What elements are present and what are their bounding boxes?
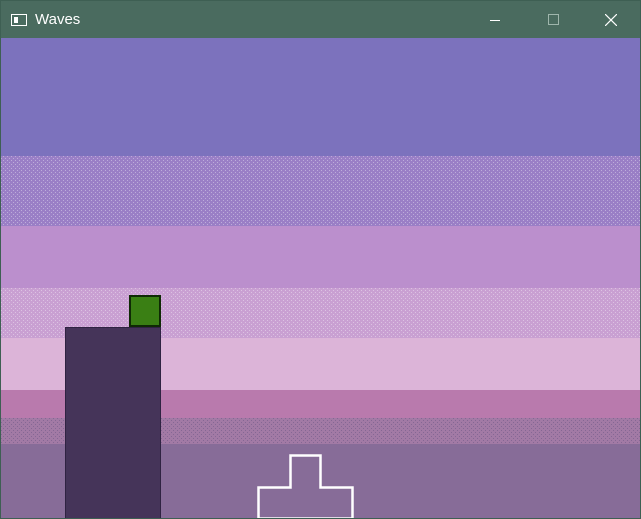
- window-controls: [466, 1, 640, 38]
- close-icon: [605, 13, 617, 26]
- maximize-button[interactable]: [524, 1, 582, 38]
- maximize-icon: [547, 14, 559, 25]
- player-block: [129, 295, 161, 327]
- minimize-button[interactable]: [466, 1, 524, 38]
- window-app-icon: [11, 13, 27, 26]
- title-bar[interactable]: Waves: [1, 1, 640, 38]
- ghost-block-outline: [257, 454, 354, 518]
- window-title: Waves: [35, 11, 81, 28]
- close-button[interactable]: [582, 1, 640, 38]
- game-viewport[interactable]: [1, 38, 640, 518]
- app-window: Waves: [0, 0, 641, 519]
- minimize-icon: [490, 19, 500, 21]
- stone-pillar-platform: [65, 327, 161, 518]
